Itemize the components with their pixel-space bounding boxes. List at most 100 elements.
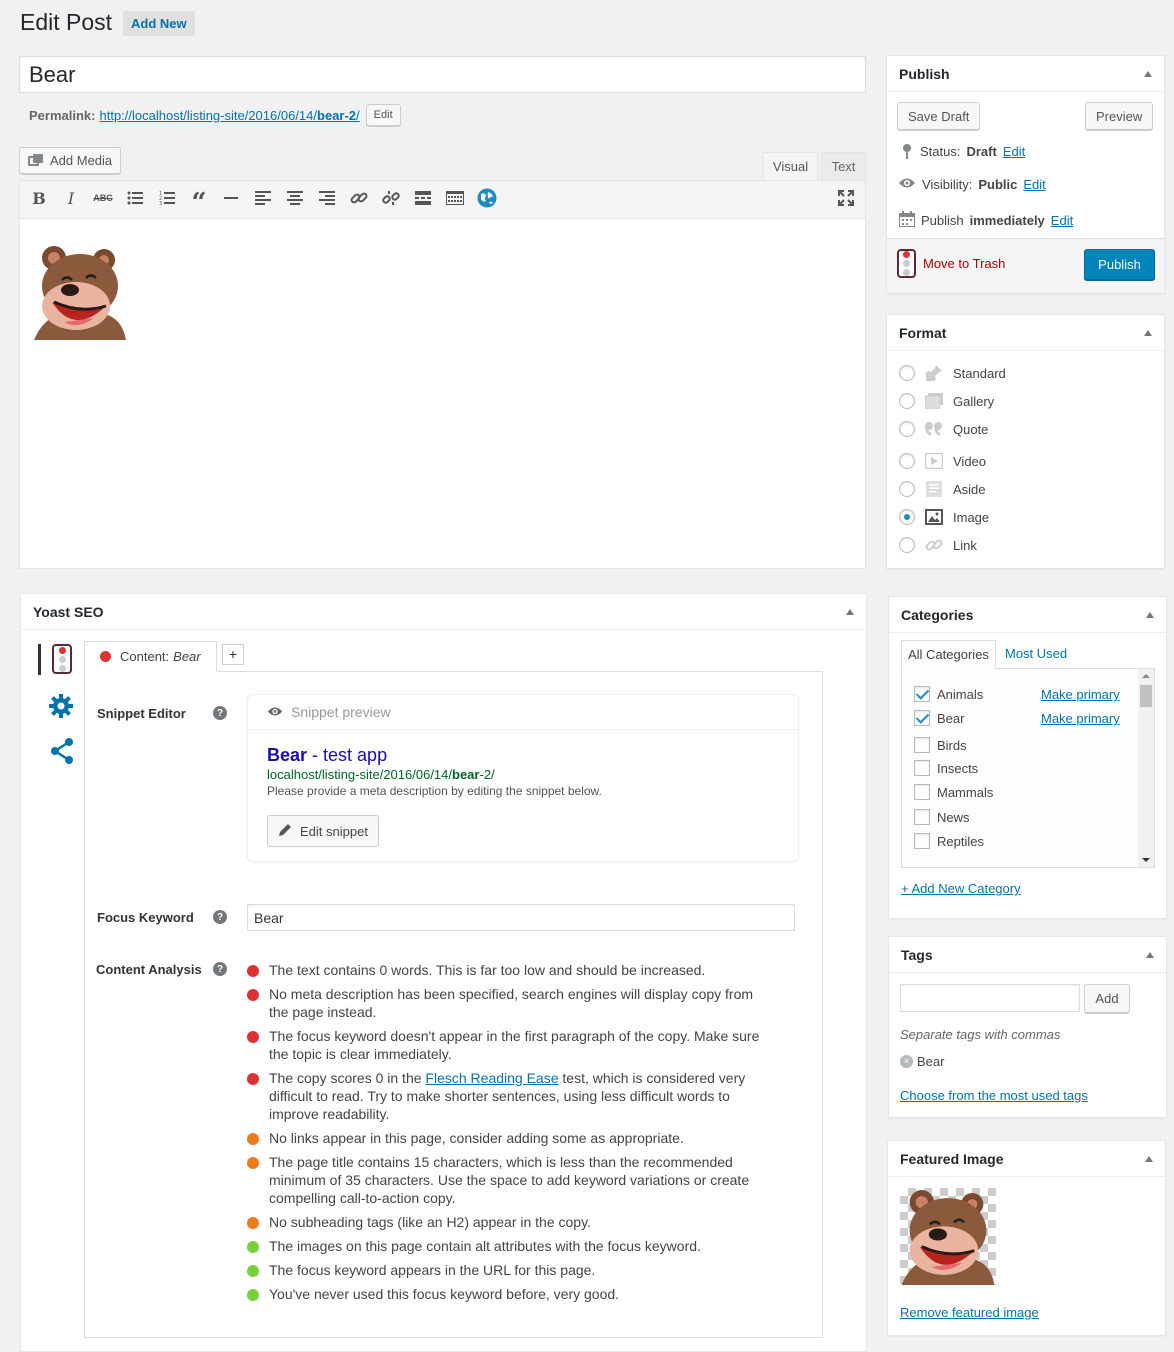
choose-tags-link[interactable]: Choose from the most used tags xyxy=(900,1088,1088,1103)
globe-plugin-icon[interactable] xyxy=(477,188,497,208)
tab-all-categories[interactable]: All Categories xyxy=(901,640,996,669)
help-icon[interactable]: ? xyxy=(213,910,227,924)
make-primary-link[interactable]: Make primary xyxy=(1041,687,1120,702)
category-item-mammals[interactable]: Mammals xyxy=(914,784,993,800)
category-item-animals[interactable]: Animals xyxy=(914,686,983,702)
italic-icon[interactable]: I xyxy=(61,188,81,208)
bear-image[interactable] xyxy=(34,244,126,340)
yoast-traffic-light-icon[interactable] xyxy=(52,644,72,674)
tab-visual[interactable]: Visual xyxy=(763,152,818,181)
status-edit-link[interactable]: Edit xyxy=(1003,144,1025,159)
format-option-gallery[interactable]: Gallery xyxy=(899,392,994,410)
collapse-toggle-icon[interactable] xyxy=(1146,951,1154,958)
format-option-video[interactable]: Video xyxy=(899,452,986,470)
focus-keyword-input[interactable]: Bear xyxy=(247,904,795,931)
align-right-icon[interactable] xyxy=(317,188,337,208)
fullscreen-icon[interactable] xyxy=(836,188,856,208)
edit-snippet-button[interactable]: Edit snippet xyxy=(267,815,379,847)
category-checkbox[interactable] xyxy=(914,833,930,849)
snippet-description[interactable]: Please provide a meta description by edi… xyxy=(267,784,602,798)
read-more-icon[interactable] xyxy=(413,188,433,208)
schedule-edit-link[interactable]: Edit xyxy=(1051,213,1073,228)
visibility-edit-link[interactable]: Edit xyxy=(1023,177,1045,192)
snippet-url[interactable]: localhost/listing-site/2016/06/14/bear-2… xyxy=(267,767,495,782)
format-option-standard[interactable]: Standard xyxy=(899,364,1006,382)
tab-most-used[interactable]: Most Used xyxy=(1005,646,1067,661)
save-draft-button[interactable]: Save Draft xyxy=(897,102,981,130)
collapse-toggle-icon[interactable] xyxy=(1144,70,1152,77)
format-radio[interactable] xyxy=(899,537,915,553)
align-left-icon[interactable] xyxy=(253,188,273,208)
strikethrough-icon[interactable]: ABC xyxy=(93,188,113,208)
category-scrollbar[interactable] xyxy=(1138,669,1154,867)
permalink-edit-button[interactable]: Edit xyxy=(365,104,401,126)
analysis-text: The copy scores 0 in the Flesch Reading … xyxy=(269,1069,767,1123)
category-checkbox[interactable] xyxy=(914,760,930,776)
add-media-button[interactable]: Add Media xyxy=(19,147,122,174)
link-icon[interactable] xyxy=(349,188,369,208)
add-new-category-link[interactable]: + Add New Category xyxy=(901,881,1021,896)
collapse-toggle-icon[interactable] xyxy=(1144,329,1152,336)
move-to-trash-link[interactable]: Move to Trash xyxy=(923,256,1005,271)
format-option-quote[interactable]: Quote xyxy=(899,420,988,438)
remove-tag-icon[interactable]: × xyxy=(900,1055,913,1068)
format-radio[interactable] xyxy=(899,421,915,437)
category-checkbox[interactable] xyxy=(914,737,930,753)
format-radio[interactable] xyxy=(899,453,915,469)
make-primary-link[interactable]: Make primary xyxy=(1041,711,1120,726)
content-analysis-label: Content Analysis xyxy=(96,962,202,977)
preview-button[interactable]: Preview xyxy=(1085,102,1154,130)
gear-icon[interactable] xyxy=(48,693,74,722)
format-option-aside[interactable]: Aside xyxy=(899,480,986,498)
help-icon[interactable]: ? xyxy=(213,706,227,720)
format-label: Aside xyxy=(953,481,986,497)
category-label: Reptiles xyxy=(937,833,984,849)
post-title-input[interactable]: Bear xyxy=(19,56,866,93)
bullet-list-icon[interactable] xyxy=(125,188,145,208)
bold-icon[interactable]: B xyxy=(29,188,49,208)
editor-content[interactable] xyxy=(20,219,865,568)
add-keyword-tab-button[interactable]: + xyxy=(222,644,244,665)
share-icon[interactable] xyxy=(50,738,74,767)
category-item-reptiles[interactable]: Reptiles xyxy=(914,833,984,849)
format-radio[interactable] xyxy=(899,393,915,409)
format-radio[interactable] xyxy=(899,481,915,497)
format-option-image[interactable]: Image xyxy=(899,508,989,526)
snippet-title[interactable]: Bear - test app xyxy=(267,745,387,766)
categories-box-title: Categories xyxy=(901,606,974,623)
add-new-button[interactable]: Add New xyxy=(123,11,195,36)
category-checkbox[interactable] xyxy=(914,710,930,726)
category-checkbox[interactable] xyxy=(914,809,930,825)
tag-input[interactable] xyxy=(900,984,1080,1012)
featured-image-thumbnail[interactable] xyxy=(900,1188,996,1285)
unlink-icon[interactable] xyxy=(381,188,401,208)
add-tag-button[interactable]: Add xyxy=(1084,984,1130,1013)
flesch-reading-ease-link[interactable]: Flesch Reading Ease xyxy=(425,1070,558,1086)
horizontal-line-icon[interactable] xyxy=(221,188,241,208)
collapse-toggle-icon[interactable] xyxy=(1145,1155,1153,1162)
permalink-link[interactable]: http://localhost/listing-site/2016/06/14… xyxy=(99,108,359,123)
align-center-icon[interactable] xyxy=(285,188,305,208)
category-label: Insects xyxy=(937,760,979,776)
analysis-text: No meta description has been specified, … xyxy=(269,986,754,1020)
category-item-news[interactable]: News xyxy=(914,809,970,825)
help-icon[interactable]: ? xyxy=(213,962,227,976)
tab-text[interactable]: Text xyxy=(821,152,866,180)
category-checkbox[interactable] xyxy=(914,784,930,800)
category-checkbox[interactable] xyxy=(914,686,930,702)
scrollbar-thumb[interactable] xyxy=(1140,685,1152,707)
collapse-toggle-icon[interactable] xyxy=(846,608,854,615)
format-option-link[interactable]: Link xyxy=(899,536,977,554)
category-item-insects[interactable]: Insects xyxy=(914,760,978,776)
category-item-birds[interactable]: Birds xyxy=(914,737,967,753)
remove-featured-image-link[interactable]: Remove featured image xyxy=(900,1305,1039,1320)
publish-button[interactable]: Publish xyxy=(1084,249,1155,280)
format-radio[interactable] xyxy=(899,365,915,381)
category-item-bear[interactable]: Bear xyxy=(914,710,964,726)
numbered-list-icon[interactable]: 123 xyxy=(157,188,177,208)
collapse-toggle-icon[interactable] xyxy=(1146,611,1154,618)
toolbar-toggle-icon[interactable] xyxy=(445,188,465,208)
yoast-content-tab[interactable]: Content: Bear xyxy=(84,641,217,672)
blockquote-icon[interactable]: “ xyxy=(189,188,209,218)
format-radio[interactable] xyxy=(899,509,915,525)
